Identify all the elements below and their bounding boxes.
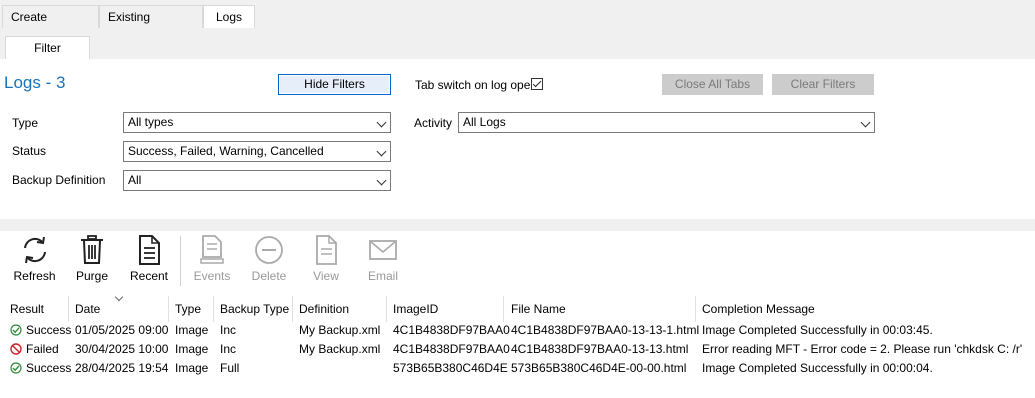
column-header-date[interactable]: Date	[75, 296, 100, 322]
column-header-imageid[interactable]: ImageID	[393, 296, 438, 322]
tab-switch-checkbox[interactable]	[531, 78, 543, 90]
cell-type: Image	[175, 361, 209, 375]
email-label: Email	[367, 269, 398, 283]
events-label: Events	[193, 269, 231, 283]
backup-definition-label: Backup Definition	[12, 173, 106, 187]
cell-imageid: 4C1B4838DF97BAA0	[393, 342, 510, 356]
clear-filters-button[interactable]: Clear Filters	[772, 74, 874, 95]
cell-date: 28/04/2025 19:54	[75, 361, 169, 375]
column-divider[interactable]	[68, 296, 69, 322]
column-header-backup-type[interactable]: Backup Type	[220, 296, 289, 322]
chevron-down-icon	[376, 175, 387, 186]
tab-label: Filter	[34, 41, 61, 55]
cell-backup-type: Full	[220, 361, 240, 375]
refresh-label: Refresh	[13, 269, 56, 283]
toolbar-separator	[180, 236, 181, 286]
column-divider[interactable]	[292, 296, 293, 322]
backup-definition-select-value: All	[128, 173, 142, 187]
delete-button[interactable]: Delete	[249, 235, 289, 283]
purge-button[interactable]: Purge	[72, 235, 112, 283]
activity-label: Activity	[414, 116, 453, 130]
cell-result: Success	[26, 361, 72, 375]
column-divider[interactable]	[168, 296, 169, 322]
cell-definition: My Backup.xml	[299, 342, 381, 356]
recent-label: Recent	[129, 269, 169, 283]
status-label: Status	[12, 144, 47, 158]
cell-completion-message: Image Completed Successfully in 00:03:45…	[702, 323, 933, 337]
recent-button[interactable]: Recent	[128, 235, 170, 283]
events-icon	[200, 235, 224, 264]
cell-file-name: 573B65B380C46D4E-00-00.html	[511, 361, 687, 375]
column-divider[interactable]	[386, 296, 387, 322]
trash-icon	[81, 235, 103, 264]
cell-result: Failed	[26, 342, 59, 356]
minus-circle-icon	[255, 236, 283, 264]
column-divider[interactable]	[213, 296, 214, 322]
column-header-type[interactable]: Type	[175, 296, 201, 322]
tab-logs[interactable]: Logs	[203, 5, 255, 29]
cell-date: 01/05/2025 09:00	[75, 323, 169, 337]
cell-backup-type: Inc	[220, 323, 237, 337]
column-divider[interactable]	[695, 296, 696, 322]
cell-date: 30/04/2025 10:00	[75, 342, 169, 356]
chevron-down-icon	[376, 117, 387, 128]
view-button[interactable]: View	[306, 235, 346, 283]
chevron-down-icon	[860, 117, 871, 128]
close-all-tabs-button[interactable]: Close All Tabs	[662, 74, 763, 95]
column-header-result[interactable]: Result	[10, 296, 44, 322]
activity-select-value: All Logs	[463, 115, 506, 129]
cell-imageid: 4C1B4838DF97BAA0	[393, 323, 510, 337]
section-divider	[0, 219, 1035, 231]
type-select-value: All types	[128, 115, 174, 129]
chevron-down-icon	[376, 146, 387, 157]
success-check-icon	[10, 362, 22, 374]
failed-prohibited-icon	[10, 343, 22, 355]
tab-create-backups[interactable]: Create Backups	[2, 5, 99, 47]
column-header-definition[interactable]: Definition	[299, 296, 349, 322]
cell-imageid: 573B65B380C46D4E	[393, 361, 508, 375]
refresh-icon	[23, 236, 46, 264]
purge-label: Purge	[75, 269, 109, 283]
cell-file-name: 4C1B4838DF97BAA0-13-13-1.html	[511, 323, 700, 337]
cell-result: Success	[26, 323, 72, 337]
hide-filters-button[interactable]: Hide Filters	[278, 74, 391, 95]
column-header-completion-message[interactable]: Completion Message	[702, 296, 815, 322]
cell-definition: My Backup.xml	[299, 323, 381, 337]
cell-completion-message: Error reading MFT - Error code = 2. Plea…	[702, 342, 1023, 356]
tab-switch-label: Tab switch on log open	[415, 78, 538, 92]
tab-label: Logs	[215, 10, 243, 24]
type-label: Type	[12, 116, 39, 130]
cell-type: Image	[175, 323, 209, 337]
events-button[interactable]: Events	[192, 235, 232, 283]
email-button[interactable]: Email	[363, 235, 403, 283]
document-icon	[139, 235, 160, 265]
sort-descending-icon	[114, 292, 124, 302]
view-label: View	[313, 269, 339, 283]
type-select[interactable]: All types	[123, 112, 391, 133]
view-document-icon	[316, 235, 337, 265]
page-title: Logs - 3	[4, 73, 66, 92]
cell-backup-type: Inc	[220, 342, 237, 356]
refresh-button[interactable]: Refresh	[12, 235, 57, 283]
filter-tab-bar	[0, 28, 1035, 59]
cell-file-name: 4C1B4838DF97BAA0-13-13.html	[511, 342, 689, 356]
status-select[interactable]: Success, Failed, Warning, Cancelled	[123, 141, 391, 162]
cell-completion-message: Image Completed Successfully in 00:00:04…	[702, 361, 933, 375]
activity-select[interactable]: All Logs	[458, 112, 875, 133]
backup-definition-select[interactable]: All	[123, 170, 391, 191]
tab-existing-backups[interactable]: Existing Backups	[99, 5, 203, 47]
delete-label: Delete	[251, 269, 287, 283]
tab-filter[interactable]: Filter	[5, 36, 90, 59]
column-header-file-name[interactable]: File Name	[511, 296, 566, 322]
success-check-icon	[10, 324, 22, 336]
cell-type: Image	[175, 342, 209, 356]
status-select-value: Success, Failed, Warning, Cancelled	[128, 144, 324, 158]
column-divider[interactable]	[503, 296, 504, 322]
envelope-icon	[369, 240, 397, 260]
